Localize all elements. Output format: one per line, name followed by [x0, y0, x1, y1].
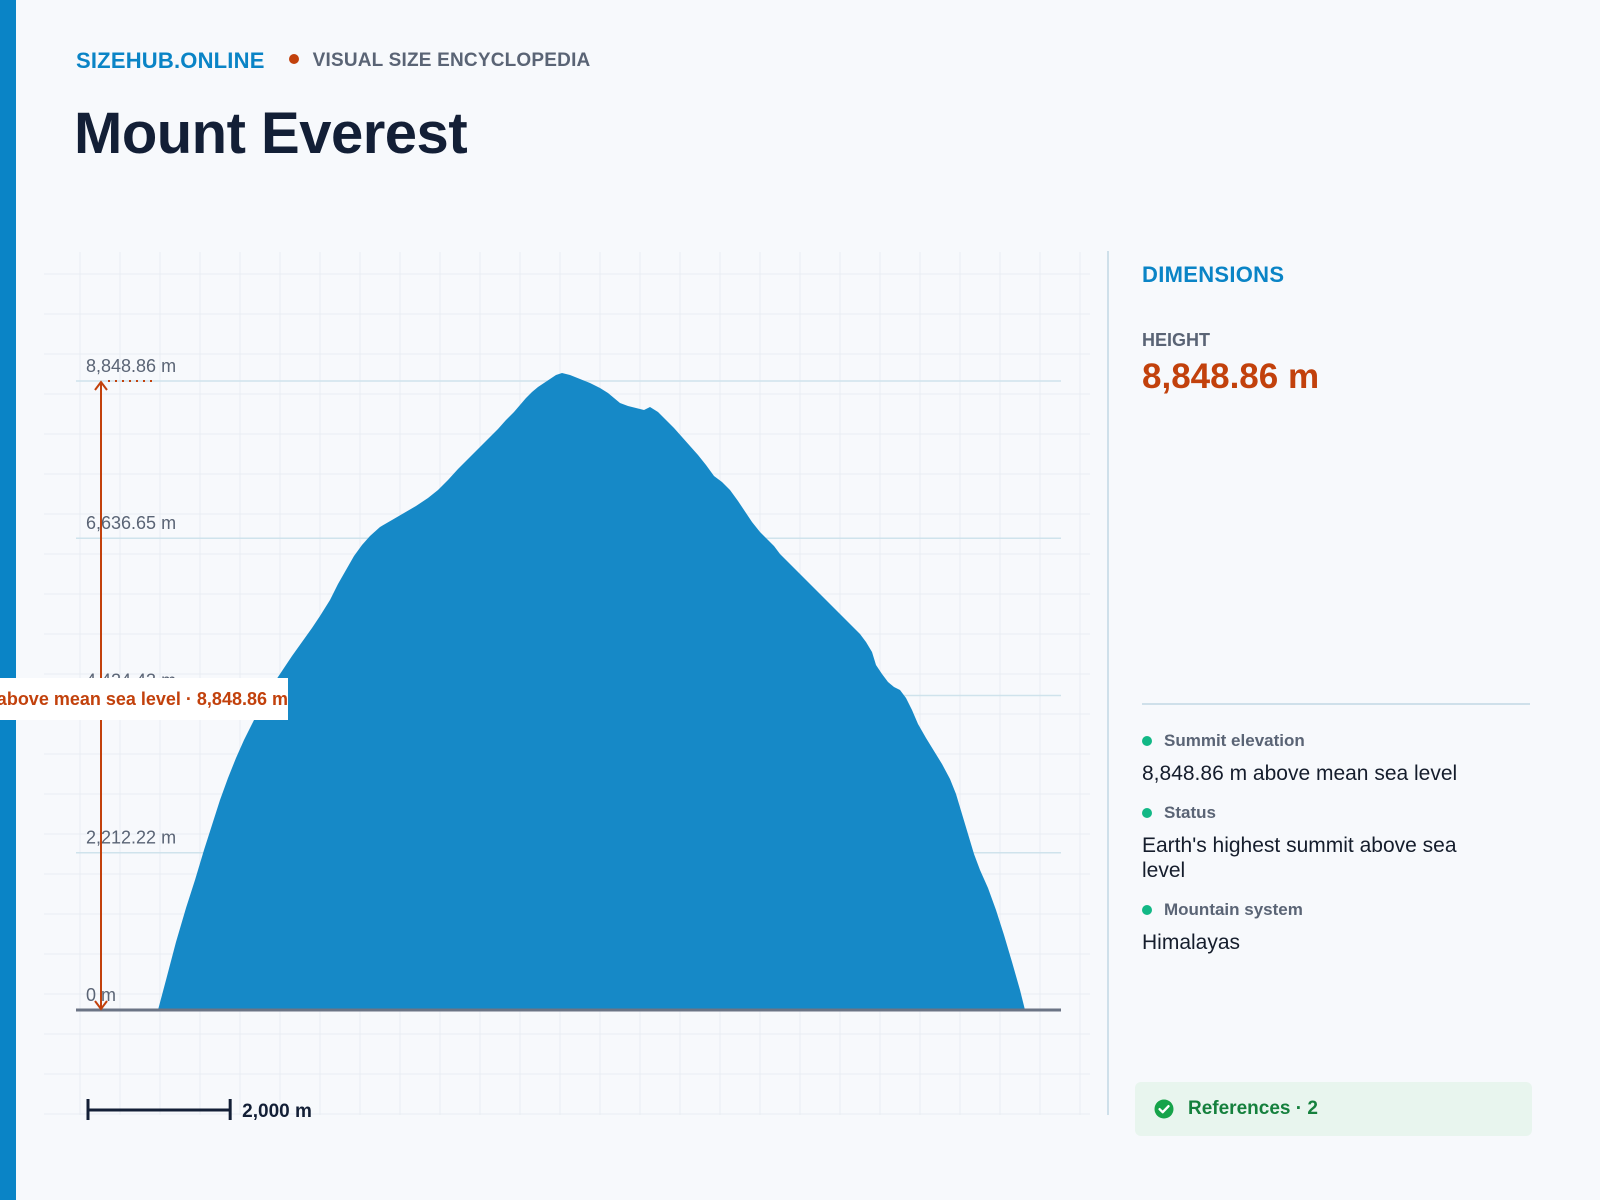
references-button[interactable]: References · 2	[1135, 1082, 1532, 1136]
bullet-dot-icon	[1142, 904, 1152, 915]
bullet-dot-icon	[1142, 807, 1152, 818]
fact-label: Summit elevation	[1164, 731, 1305, 750]
site-brand[interactable]: SIZEHUB.ONLINE	[76, 48, 265, 74]
y-tick-label: 2,212.22 m	[86, 828, 176, 848]
y-tick-label: 8,848.86 m	[86, 356, 176, 376]
page-title: Mount Everest	[74, 101, 468, 166]
bullet-dot-icon	[1142, 736, 1152, 746]
facts-list: Summit elevation 8,848.86 m above mean s…	[1142, 731, 1472, 971]
fact-value: Earth's highest summit above sea level	[1142, 833, 1457, 883]
brand-row: SIZEHUB.ONLINE VISUAL SIZE ENCYCLOPEDIA	[76, 46, 590, 76]
size-diagram: 0 m2,212.22 m4,424.43 m6,636.65 m8,848.8…	[0, 240, 1090, 1120]
dimensions-panel: DIMENSIONS HEIGHT 8,848.86 m	[1142, 262, 1532, 397]
dimensions-heading: DIMENSIONS	[1142, 262, 1285, 287]
measurement-label: Elevation above mean sea level · 8,848.8…	[0, 689, 288, 709]
separator-dot-icon	[288, 54, 299, 64]
height-value: 8,848.86 m	[1142, 357, 1320, 396]
site-tagline: VISUAL SIZE ENCYCLOPEDIA	[312, 50, 591, 71]
scale-bar-label: 2,000 m	[242, 1101, 312, 1120]
fact-item: Status Earth's highest summit above sea …	[1142, 803, 1472, 884]
check-circle-icon	[1154, 1099, 1174, 1119]
fact-value: 8,848.86 m above mean sea level	[1142, 762, 1458, 785]
sidebar-divider	[1107, 251, 1109, 1115]
height-label: HEIGHT	[1142, 330, 1211, 350]
fact-item: Mountain system Himalayas	[1142, 900, 1472, 956]
fact-item: Summit elevation 8,848.86 m above mean s…	[1142, 731, 1472, 787]
fact-label: Mountain system	[1164, 899, 1303, 919]
sidebar-rule	[1142, 703, 1530, 705]
fact-value: Himalayas	[1142, 930, 1241, 954]
y-tick-label: 6,636.65 m	[86, 513, 176, 533]
fact-label: Status	[1164, 802, 1216, 822]
references-label: References · 2	[1188, 1098, 1318, 1119]
diagram-canvas: 0 m2,212.22 m4,424.43 m6,636.65 m8,848.8…	[0, 252, 1090, 1120]
mountain-silhouette	[158, 373, 1025, 1010]
